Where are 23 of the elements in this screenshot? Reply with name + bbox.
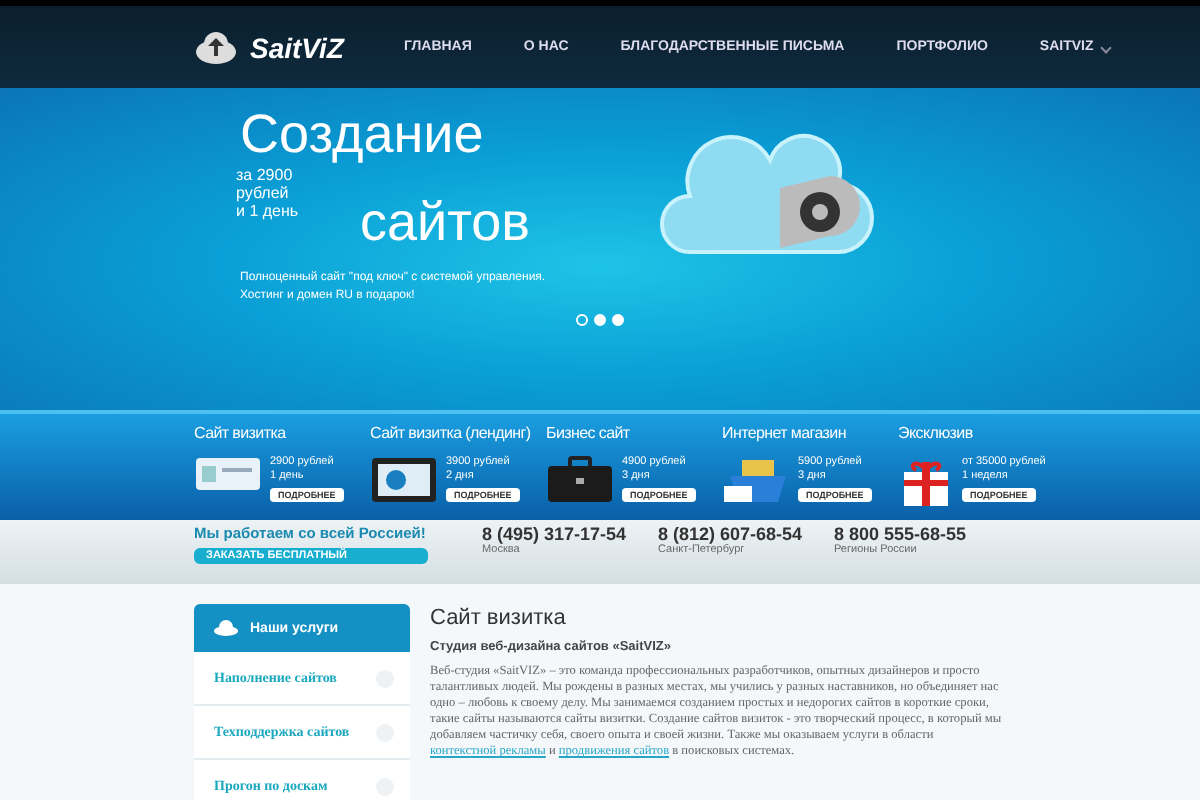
slider-dot[interactable] — [594, 314, 606, 326]
tablet-icon — [370, 456, 438, 504]
phone-number: 8 800 555-68-55 — [834, 526, 969, 544]
hero-title: Создание — [240, 104, 486, 166]
phone-number: 8 (495) 317-17-54 — [482, 526, 629, 544]
service-title: Интернет магазин — [722, 424, 848, 446]
service-title: Сайт визитка — [194, 424, 288, 446]
hero-price: за 2900 рублей и 1 день — [236, 166, 301, 220]
phone-number: 8 (812) 607-68-54 — [658, 526, 805, 544]
service-title: Бизнес сайт — [546, 424, 632, 446]
briefcase-icon — [546, 456, 614, 504]
service-title: Сайт визитка (лендинг) — [370, 424, 530, 446]
service-title: Эксклюзив — [898, 424, 975, 446]
slider-dot[interactable] — [612, 314, 624, 326]
logo-text[interactable]: SaitViZ — [250, 31, 344, 63]
hero-title: сайтов — [360, 192, 533, 254]
cloud-icon — [214, 620, 238, 636]
article-title: Сайт визитка — [430, 606, 568, 630]
gift-icon — [898, 456, 954, 508]
slider-dot[interactable] — [576, 314, 588, 326]
basket-icon — [722, 456, 790, 504]
cloud-upload-logo-icon — [194, 31, 238, 63]
business-card-icon — [194, 456, 262, 492]
